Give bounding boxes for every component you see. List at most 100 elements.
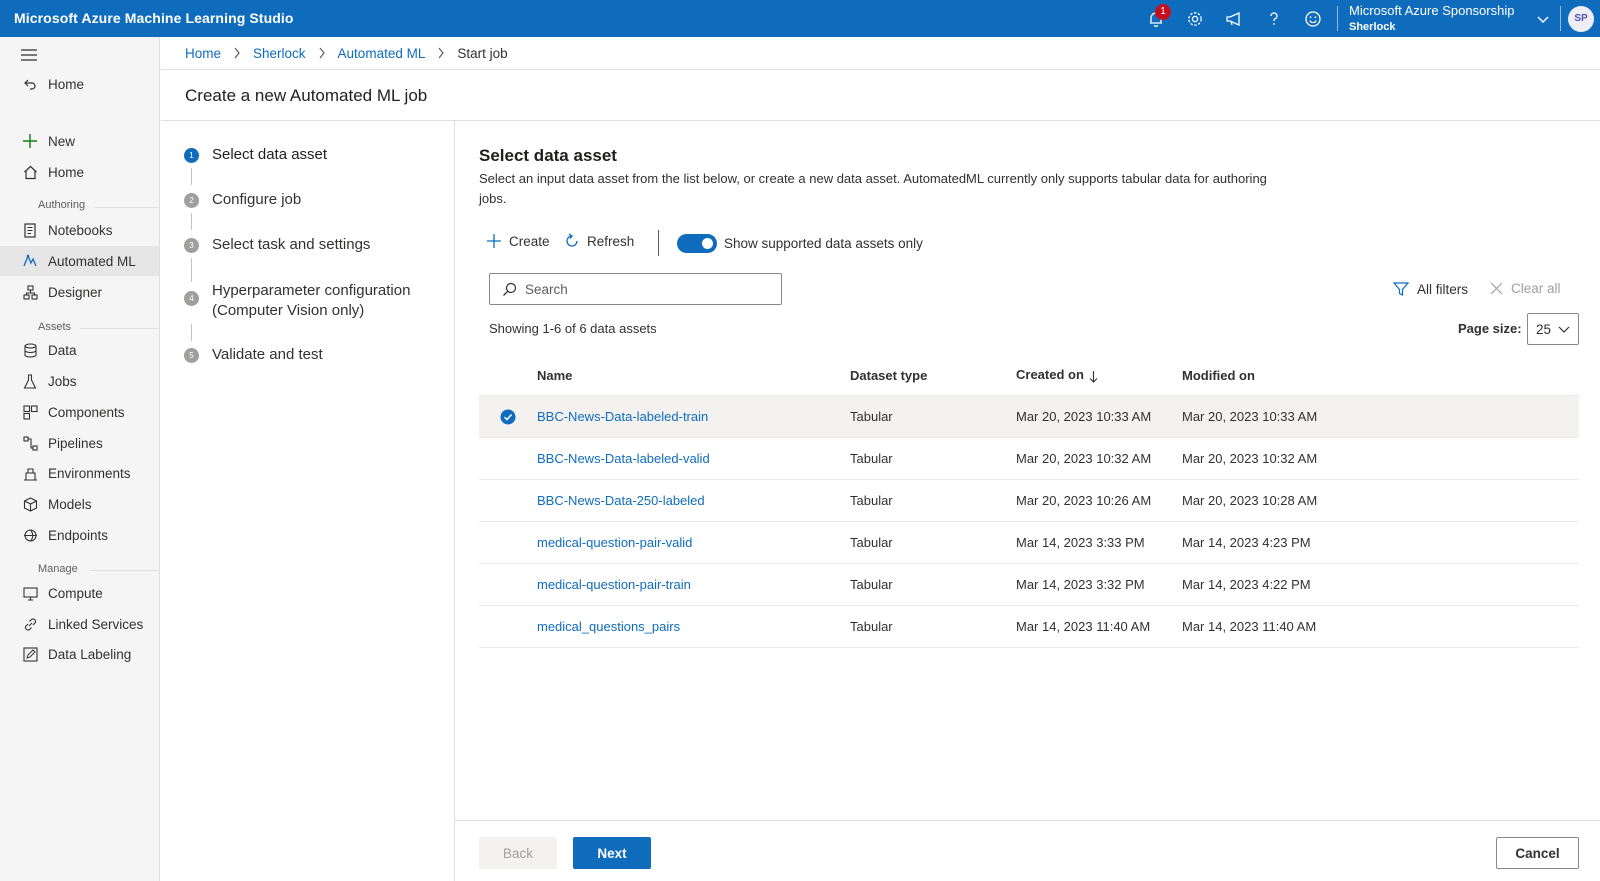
asset-name-link[interactable]: BBC-News-Data-labeled-valid (537, 451, 710, 466)
megaphone-icon[interactable] (1223, 8, 1245, 30)
hamburger-menu-button[interactable] (0, 40, 159, 70)
sidebar-item-home-back[interactable]: Home (0, 69, 159, 99)
sidebar-item-label: Automated ML (48, 253, 136, 269)
page-title: Create a new Automated ML job (185, 86, 428, 105)
section-divider (80, 328, 159, 329)
asset-name-link[interactable]: BBC-News-Data-250-labeled (537, 493, 705, 508)
chevron-down-icon[interactable] (1532, 8, 1554, 30)
results-count: Showing 1-6 of 6 data assets (489, 321, 657, 336)
sidebar-item-label: Linked Services (48, 616, 144, 632)
section-divider (90, 570, 159, 571)
data-assets-table: Name Dataset type Created on Modified on… (479, 355, 1579, 648)
search-input[interactable] (525, 281, 765, 297)
breadcrumb-home[interactable]: Home (185, 46, 221, 61)
step-label: Hyperparameter configuration (Computer V… (212, 281, 410, 321)
asset-created: Mar 20, 2023 10:33 AM (1016, 409, 1152, 424)
column-header-type[interactable]: Dataset type (850, 368, 1016, 383)
asset-created: Mar 20, 2023 10:26 AM (1016, 493, 1152, 508)
left-nav: Home New Home Authoring Notebooks Automa… (0, 37, 160, 881)
breadcrumb-current: Start job (457, 45, 508, 61)
refresh-button[interactable]: Refresh (564, 233, 634, 249)
wizard-step-4[interactable]: 4 Hyperparameter configuration (Computer… (184, 281, 410, 321)
environment-icon (22, 465, 38, 481)
notification-badge: 1 (1155, 4, 1171, 20)
sidebar-item-components[interactable]: Components (0, 397, 159, 427)
section-manage: Manage (38, 563, 78, 575)
sidebar-item-environments[interactable]: Environments (0, 458, 159, 488)
asset-type: Tabular (850, 535, 893, 550)
column-header-created[interactable]: Created on (1016, 367, 1182, 382)
sidebar-item-new[interactable]: New (0, 126, 159, 156)
back-button[interactable]: Back (479, 837, 557, 869)
cancel-button[interactable]: Cancel (1496, 837, 1579, 869)
table-row[interactable]: medical-question-pair-train Tabular Mar … (479, 564, 1579, 606)
clear-all-button[interactable]: Clear all (1490, 281, 1561, 296)
asset-name-link[interactable]: BBC-News-Data-labeled-train (537, 409, 708, 424)
wizard-step-5[interactable]: 5 Validate and test (184, 346, 323, 363)
back-arrow-icon (22, 76, 38, 92)
table-header: Name Dataset type Created on Modified on (479, 355, 1579, 396)
avatar[interactable]: SP (1568, 6, 1594, 32)
app-title[interactable]: Microsoft Azure Machine Learning Studio (14, 10, 294, 26)
next-button[interactable]: Next (573, 837, 651, 869)
filter-icon (1393, 281, 1409, 297)
home-icon (22, 164, 38, 180)
supported-assets-toggle[interactable] (677, 234, 717, 253)
smiley-icon[interactable] (1302, 8, 1324, 30)
table-row[interactable]: BBC-News-Data-labeled-train Tabular Mar … (479, 396, 1579, 438)
asset-name-link[interactable]: medical-question-pair-train (537, 577, 691, 592)
sidebar-item-compute[interactable]: Compute (0, 578, 159, 608)
table-row[interactable]: BBC-News-Data-labeled-valid Tabular Mar … (479, 438, 1579, 480)
sidebar-item-designer[interactable]: Designer (0, 277, 159, 307)
sidebar-item-label: Designer (48, 284, 103, 300)
sidebar-item-jobs[interactable]: Jobs (0, 366, 159, 396)
step-label: Select task and settings (212, 236, 371, 253)
page-size-select[interactable]: 25 (1527, 313, 1579, 345)
breadcrumb-workspace[interactable]: Sherlock (253, 46, 306, 61)
wizard-step-3[interactable]: 3 Select task and settings (184, 236, 370, 253)
sidebar-item-notebooks[interactable]: Notebooks (0, 215, 159, 245)
create-button[interactable]: Create (486, 233, 550, 249)
sidebar-item-data[interactable]: Data (0, 335, 159, 365)
wizard-step-1[interactable]: 1 Select data asset (184, 146, 327, 163)
table-row[interactable]: medical-question-pair-valid Tabular Mar … (479, 522, 1579, 564)
asset-name-link[interactable]: medical-question-pair-valid (537, 535, 692, 550)
all-filters-button[interactable]: All filters (1393, 281, 1468, 297)
search-box[interactable] (489, 273, 782, 305)
refresh-icon (564, 233, 580, 249)
step-number: 4 (184, 291, 199, 306)
row-checkbox[interactable] (479, 409, 537, 425)
sidebar-item-data-labeling[interactable]: Data Labeling (0, 639, 159, 669)
wizard-step-2[interactable]: 2 Configure job (184, 191, 301, 208)
step-connector (191, 324, 192, 341)
sidebar-item-pipelines[interactable]: Pipelines (0, 428, 159, 458)
table-row[interactable]: medical_questions_pairs Tabular Mar 14, … (479, 606, 1579, 648)
table-row[interactable]: BBC-News-Data-250-labeled Tabular Mar 20… (479, 480, 1579, 522)
account-switcher[interactable]: Microsoft Azure Sponsorship Sherlock (1349, 2, 1514, 36)
refresh-label: Refresh (587, 233, 635, 249)
header-divider (161, 120, 1600, 121)
help-icon[interactable] (1263, 8, 1285, 30)
column-header-modified[interactable]: Modified on (1182, 368, 1382, 383)
asset-type: Tabular (850, 451, 893, 466)
sidebar-item-endpoints[interactable]: Endpoints (0, 520, 159, 550)
sidebar-item-automated-ml[interactable]: Automated ML (0, 246, 159, 276)
cube-icon (22, 496, 38, 512)
column-header-name[interactable]: Name (537, 368, 850, 383)
topbar-divider (1560, 6, 1561, 31)
footer-divider (455, 820, 1600, 821)
sidebar-item-label: Home (48, 76, 85, 92)
clear-all-label: Clear all (1511, 281, 1561, 296)
asset-type: Tabular (850, 409, 893, 424)
gear-icon[interactable] (1184, 8, 1206, 30)
sidebar-item-models[interactable]: Models (0, 489, 159, 519)
sidebar-item-linked-services[interactable]: Linked Services (0, 609, 159, 639)
section-authoring: Authoring (38, 199, 86, 211)
toolbar-divider (658, 230, 659, 256)
sidebar-item-label: Environments (48, 465, 131, 481)
breadcrumb-automated-ml[interactable]: Automated ML (338, 46, 426, 61)
sidebar-item-home[interactable]: Home (0, 157, 159, 187)
asset-name-link[interactable]: medical_questions_pairs (537, 619, 680, 634)
asset-created: Mar 20, 2023 10:32 AM (1016, 451, 1152, 466)
section-assets: Assets (38, 321, 72, 333)
